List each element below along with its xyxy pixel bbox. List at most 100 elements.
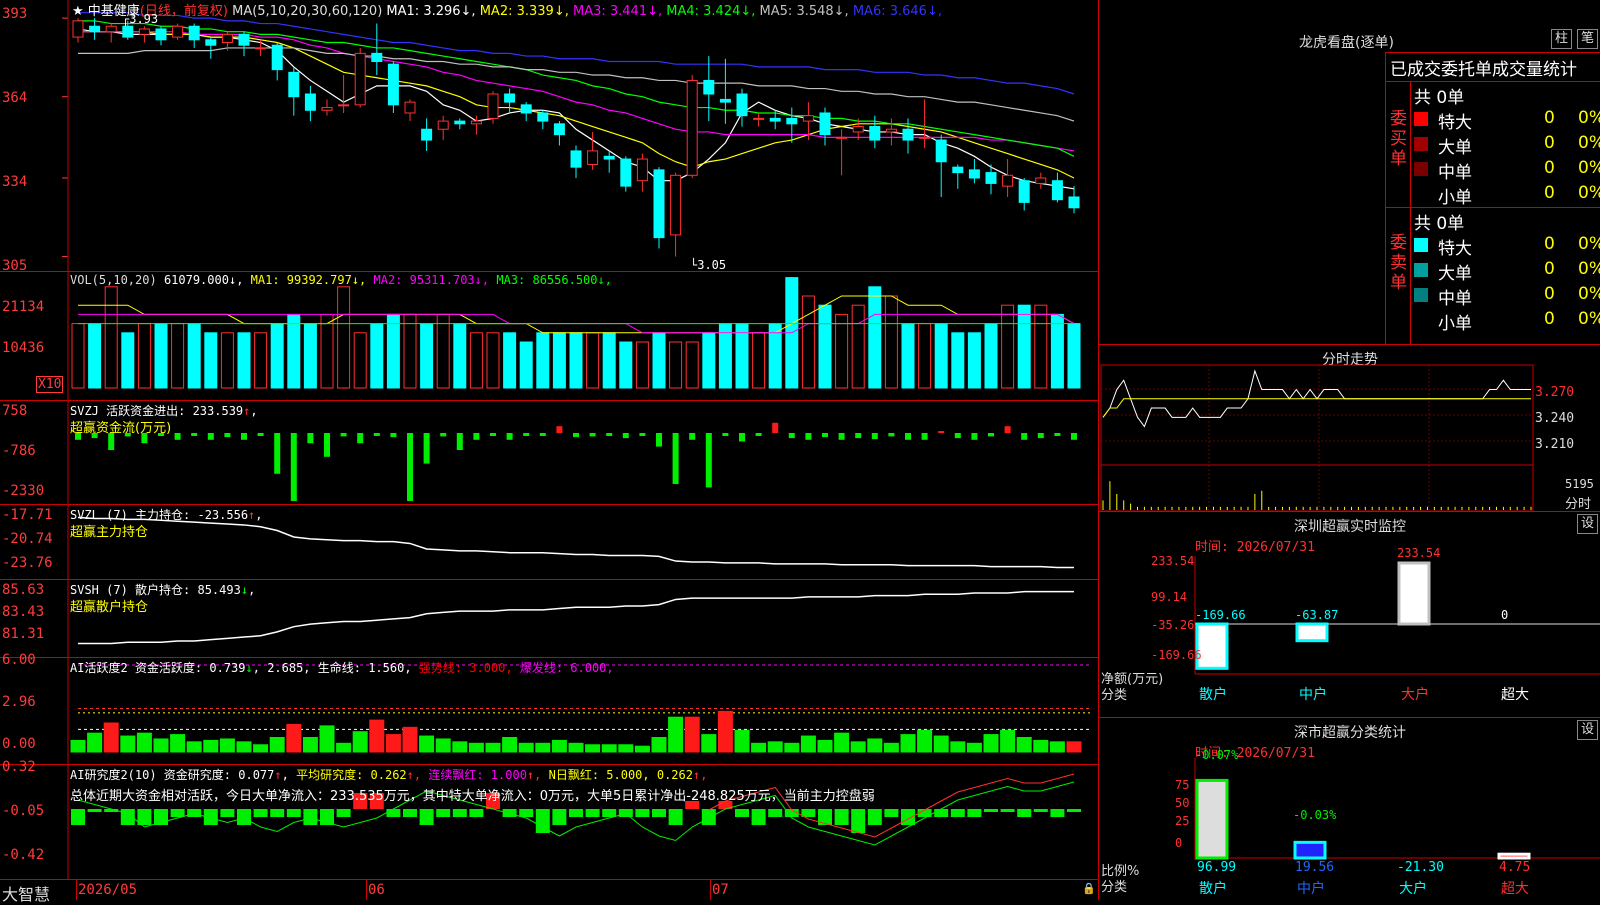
- flow-bar: [938, 431, 945, 433]
- research-bar: [735, 809, 749, 817]
- volume-bar: [320, 313, 334, 389]
- flow-bar: [772, 422, 779, 433]
- right-panel[interactable]: 龙虎看盘(逐单) 柱 笔 已成交委托单成交量统计 委买单 委卖单 共 0单 共 …: [1098, 0, 1600, 900]
- activity-bar: [203, 739, 219, 753]
- activity-bar: [153, 738, 169, 753]
- candle-body: [819, 112, 831, 136]
- ma-legend-arrow: ↓,: [553, 4, 573, 19]
- ytick-label: 0.32: [2, 759, 36, 775]
- volume-bar: [386, 313, 400, 389]
- volume-pane[interactable]: VOL(5,10,20) 61079.000↓, MA1: 99392.797↓…: [0, 272, 1098, 401]
- pen-mode-button[interactable]: 笔: [1577, 29, 1599, 49]
- research-bar: [867, 809, 882, 825]
- ss-bar-value: 96.99: [1197, 860, 1237, 875]
- high-price-marker: ┌3.93: [122, 12, 159, 26]
- flow-bar: [340, 433, 347, 437]
- volume-bar: [918, 323, 932, 389]
- kline-chart[interactable]: [0, 0, 1098, 271]
- candle-body: [255, 47, 267, 50]
- activity-bar: [867, 738, 883, 753]
- flow-bar: [656, 433, 662, 447]
- lock-icon[interactable]: 🔒: [1082, 882, 1096, 895]
- order-count: 0: [1544, 309, 1555, 329]
- research-bar: [452, 809, 467, 817]
- volume-bar: [635, 341, 649, 389]
- sz-category: 散户: [1199, 687, 1227, 703]
- order-row: 中单 0 0%: [1412, 157, 1600, 183]
- time-axis[interactable]: 大智慧 2026/05 06 07 🔒: [0, 880, 1098, 904]
- volume-bar: [204, 332, 218, 389]
- candle-body: [89, 25, 101, 33]
- ma-header: MA(5,10,20,30,60,120): [232, 4, 383, 19]
- research-bar: [668, 809, 683, 825]
- sz-category: 超大: [1501, 687, 1529, 703]
- research-bar: [569, 809, 583, 817]
- svsh-pane[interactable]: SVSH (7) 散户持仓: 85.493↓, 超赢散户持仓 85.63 83.4…: [0, 580, 1098, 658]
- flow-bar: [755, 433, 762, 436]
- favorite-star-icon[interactable]: ★: [72, 4, 84, 19]
- volume-bar: [967, 332, 981, 389]
- ai2-legend-arrow: ↑,: [406, 768, 429, 782]
- activity-bar: [966, 742, 982, 753]
- candle-body: [288, 71, 300, 98]
- candle-body: [952, 166, 964, 174]
- kline-pane[interactable]: ★ 中基健康(日线，前复权) MA(5,10,20,30,60,120) MA1…: [0, 0, 1098, 274]
- research-bar: [950, 809, 965, 817]
- order-row: 大单 0 0%: [1412, 132, 1600, 158]
- activity-bar: [883, 742, 899, 753]
- order-name: 特大: [1438, 239, 1472, 259]
- activity-bar: [186, 741, 202, 753]
- chart-area[interactable]: ★ 中基健康(日线，前复权) MA(5,10,20,30,60,120) MA1…: [0, 0, 1098, 904]
- research-bar: [768, 809, 783, 817]
- flow-bar: [639, 433, 646, 436]
- buy-orders-label: 委买单: [1390, 109, 1407, 169]
- svzl-pane[interactable]: SVZL (7) 主力持仓: -23.556↑, 超赢主力持仓 -17.71 -2…: [0, 505, 1098, 580]
- flow-bar: [788, 433, 795, 439]
- volume-bar: [220, 332, 234, 389]
- candle-body: [902, 128, 914, 141]
- ma-legend-value: MA6: 3.646: [852, 4, 927, 19]
- intraday-chart[interactable]: [1099, 345, 1600, 511]
- ai-activity-pane[interactable]: AI活跃度2 资金活跃度: 0.739↓, 2.685, 生命线: 1.560,…: [0, 652, 1098, 765]
- candle-body: [354, 52, 366, 106]
- sz-monitor-section[interactable]: 深圳超赢实时监控 设 时间: 2026/07/31 233.54 99.14 -35…: [1099, 512, 1600, 718]
- activity-bar: [70, 739, 86, 753]
- candle-body: [338, 104, 350, 107]
- intraday-section[interactable]: 分时走势 3.270 3.240 3.210 5195 分时: [1099, 345, 1600, 512]
- order-count: 0: [1544, 133, 1555, 153]
- ss-bar: [1195, 778, 1229, 860]
- research-line-red: [708, 773, 1075, 838]
- research-bar: [701, 809, 716, 825]
- svzj-pane[interactable]: SVZJ 活跃资金进出: 233.539↑, 超赢资金流(万元) 758 -786…: [0, 401, 1098, 505]
- volume-unit-badge: X10: [36, 376, 64, 393]
- candle-body: [537, 112, 549, 122]
- vol-legend-arrow: ↓,: [597, 273, 612, 287]
- candle-body: [603, 155, 615, 160]
- ai2-legend-item: 平均研究度: 0.262: [296, 768, 407, 782]
- ai-research-pane[interactable]: AI研究度2(10) 资金研究度: 0.077↑, 平均研究度: 0.262↑,…: [0, 759, 1098, 880]
- activity-bar: [1033, 739, 1049, 753]
- activity-bar: [219, 738, 235, 753]
- candle-body: [122, 25, 134, 38]
- activity-bar: [1049, 741, 1065, 753]
- volume-bar: [652, 332, 666, 389]
- ytick-label: 21134: [2, 299, 45, 315]
- volume-bar: [237, 332, 251, 389]
- candle-body: [769, 117, 781, 122]
- candle-body: [404, 101, 416, 114]
- volume-bar: [951, 332, 965, 389]
- bar-mode-button[interactable]: 柱: [1551, 29, 1573, 49]
- volume-bar: [187, 323, 201, 389]
- volume-bar: [503, 332, 517, 389]
- volume-bar: [586, 332, 600, 389]
- sz-ytick: 233.54: [1151, 554, 1195, 568]
- order-pct: 0%: [1578, 309, 1600, 329]
- holding-line: [78, 590, 1074, 645]
- order-color-swatch: [1414, 112, 1428, 126]
- order-color-swatch: [1414, 162, 1428, 176]
- research-bar: [270, 809, 285, 817]
- ss-stats-section[interactable]: 深市超赢分类统计 设 时间: 2026/07/31 75 50 25 0 -0.07% -…: [1099, 718, 1600, 900]
- volume-chart[interactable]: [0, 272, 1098, 400]
- activity-bar: [385, 734, 401, 753]
- candle-body: [371, 52, 383, 62]
